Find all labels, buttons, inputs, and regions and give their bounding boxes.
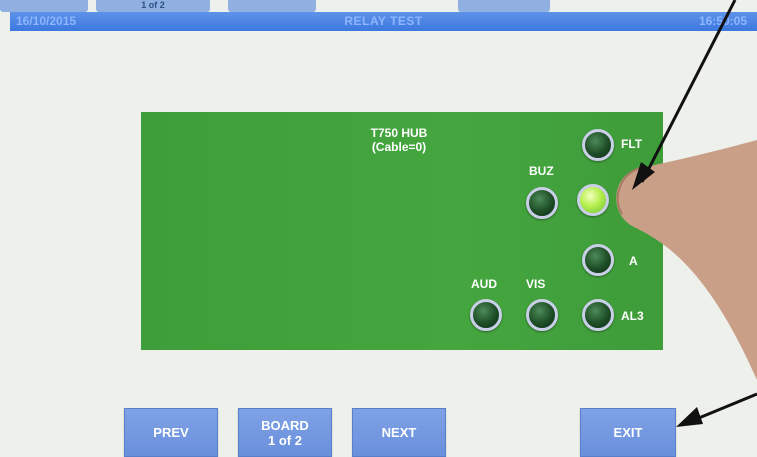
- time-display: 16:50:05: [698, 14, 747, 28]
- next-button-label: NEXT: [381, 425, 417, 440]
- title-bar: 16/10/2015 RELAY TEST 16:50:05: [10, 12, 757, 31]
- relay-label-vis: VIS: [526, 277, 546, 291]
- top-ghost-button-next[interactable]: [228, 0, 316, 12]
- relay-led-active[interactable]: [577, 184, 609, 216]
- board-button[interactable]: BOARD 1 of 2: [238, 408, 332, 457]
- board-button-line1: BOARD: [261, 417, 309, 433]
- exit-button-label: EXIT: [613, 425, 643, 440]
- top-ghost-button-exit[interactable]: [458, 0, 550, 12]
- top-ghost-button-left[interactable]: [0, 0, 88, 12]
- relay-led-flt[interactable]: [582, 129, 614, 161]
- relay-label-al3: AL3: [621, 309, 644, 323]
- relay-led-a[interactable]: [582, 244, 614, 276]
- arrow-to-exit: [693, 392, 757, 422]
- relay-led-al3[interactable]: [582, 299, 614, 331]
- relay-label-aud: AUD: [471, 277, 497, 291]
- next-button[interactable]: NEXT: [352, 408, 446, 457]
- hub-name: T750 HUB: [370, 126, 428, 140]
- relay-label-a: A: [629, 254, 638, 268]
- arrow-to-exit-head: [676, 407, 703, 427]
- screen-title: RELAY TEST: [344, 14, 423, 28]
- relay-led-aud[interactable]: [470, 299, 502, 331]
- relay-label-buz: BUZ: [529, 164, 554, 178]
- top-ghost-button-label: 1 of 2: [141, 0, 165, 10]
- hub-info: T750 HUB (Cable=0): [359, 126, 439, 154]
- hub-cable: (Cable=0): [371, 140, 427, 154]
- top-ghost-button-board[interactable]: 1 of 2: [96, 0, 210, 12]
- relay-panel: T750 HUB (Cable=0) FLT BUZ A AUD VIS AL3: [141, 112, 663, 350]
- prev-button-label: PREV: [153, 425, 189, 440]
- relay-label-flt: FLT: [621, 137, 643, 151]
- relay-led-vis[interactable]: [526, 299, 558, 331]
- prev-button[interactable]: PREV: [124, 408, 218, 457]
- exit-button[interactable]: EXIT: [580, 408, 676, 457]
- board-button-line2: 1 of 2: [268, 432, 302, 448]
- relay-led-buz[interactable]: [526, 187, 558, 219]
